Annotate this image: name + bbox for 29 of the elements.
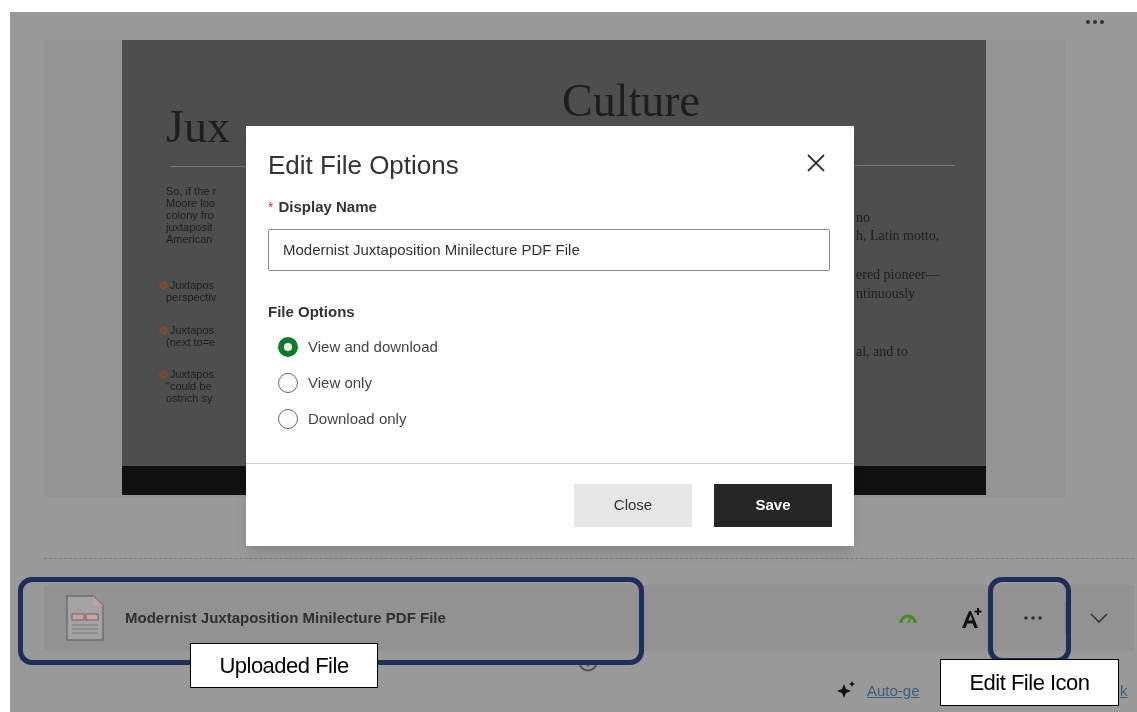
option-label: Download only — [308, 409, 407, 429]
sparkle-icon — [836, 680, 856, 698]
radio-option[interactable]: Download only — [278, 408, 832, 430]
file-name[interactable]: Modernist Juxtaposition Minilecture PDF File — [125, 606, 446, 630]
radio-button[interactable] — [278, 409, 298, 429]
save-button[interactable]: Save — [714, 483, 832, 527]
required-mark: * — [268, 197, 274, 217]
option-label: View only — [308, 373, 372, 393]
more-icon — [1024, 616, 1042, 620]
more-icon[interactable] — [1085, 19, 1105, 25]
close-icon — [806, 153, 826, 173]
display-name-field[interactable]: Modernist Juxtaposition Minilecture PDF File — [268, 228, 830, 271]
section-label: File Options — [268, 301, 356, 322]
radio-option[interactable]: View only — [278, 372, 832, 394]
radio-option[interactable]: View and download — [278, 336, 832, 358]
radio-button[interactable] — [278, 337, 298, 357]
field-label: Display Name — [278, 197, 377, 217]
callout-label: Uploaded File — [190, 643, 378, 688]
file-icon — [65, 594, 105, 642]
close-button[interactable]: Close — [574, 483, 692, 527]
text-add-icon[interactable] — [959, 606, 983, 630]
dialog-title: Edit File Options — [268, 149, 459, 182]
chevron-down-icon[interactable] — [1090, 613, 1108, 623]
radio-button[interactable] — [278, 373, 298, 393]
option-label: View and download — [308, 337, 438, 357]
callout-label: Edit File Icon — [940, 659, 1119, 706]
bullet-icon — [158, 280, 169, 291]
bullet-icon — [158, 325, 169, 336]
bullet-icon — [158, 369, 169, 380]
